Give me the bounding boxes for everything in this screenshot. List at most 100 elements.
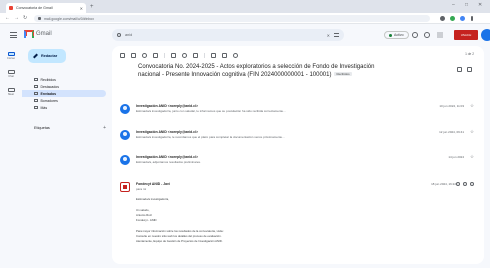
- meet-icon: [7, 88, 15, 92]
- browser-menu-icon[interactable]: [471, 16, 473, 21]
- sidebar-item-more[interactable]: Más: [22, 104, 106, 111]
- star-icon: [34, 85, 38, 88]
- draft-icon: [34, 99, 38, 102]
- hamburger-icon[interactable]: [10, 32, 17, 38]
- labels-title: Etiquetas: [34, 126, 50, 130]
- message-sender: Investigación ANID <noreply@anid.cl>: [136, 130, 198, 134]
- star-icon[interactable]: ☆: [470, 129, 474, 134]
- close-window-icon[interactable]: ✕: [478, 2, 482, 8]
- search-options-icon[interactable]: [334, 33, 339, 37]
- search-icon[interactable]: [117, 33, 121, 37]
- star-icon[interactable]: ☆: [470, 103, 474, 108]
- back-to-list-icon[interactable]: [120, 52, 125, 58]
- reload-icon[interactable]: ↻: [23, 15, 27, 22]
- settings-icon[interactable]: [424, 32, 430, 38]
- toolbar-divider: [204, 52, 205, 58]
- inbox-icon: [34, 78, 38, 81]
- message-actions: [456, 182, 474, 186]
- mark-unread-icon[interactable]: [171, 52, 176, 58]
- pencil-icon: [33, 53, 38, 59]
- thread-toolbar: [120, 51, 238, 59]
- back-icon[interactable]: ←: [5, 15, 10, 22]
- rail-item-chat[interactable]: Chat: [6, 70, 16, 78]
- snooze-icon[interactable]: [182, 52, 187, 58]
- open-new-window-icon[interactable]: [467, 67, 472, 72]
- more-options-icon[interactable]: [470, 182, 474, 186]
- rail-item-mail[interactable]: Correo: [6, 52, 16, 60]
- sidebar-item-drafts[interactable]: Borradores: [22, 97, 106, 104]
- search-value: anid: [125, 33, 133, 37]
- label-icon[interactable]: [222, 52, 227, 58]
- maximize-icon[interactable]: □: [465, 2, 468, 8]
- compose-label: Redactar: [41, 54, 58, 58]
- subject-actions: [457, 67, 472, 72]
- rail-label: Correo: [7, 57, 15, 60]
- browser-tab[interactable]: Convocatoria de Gmail ✕: [6, 3, 86, 13]
- report-spam-icon[interactable]: [142, 52, 147, 58]
- apps-icon[interactable]: [437, 32, 443, 38]
- message-date: 10 jun 2024, 11:03: [439, 104, 464, 108]
- sidebar-item-starred[interactable]: Destacados: [22, 83, 106, 90]
- thread-message[interactable]: Investigación ANID <noreply@anid.cl> Est…: [120, 129, 476, 151]
- gmail-header: Gmail anid ✕ Activo USACH: [0, 24, 490, 46]
- message-date: 12 jun 2024, 09:41: [439, 130, 464, 134]
- lock-icon: [38, 17, 41, 20]
- tab-title: Convocatoria de Gmail: [16, 6, 53, 10]
- subject-label-tag[interactable]: Recibidos: [334, 71, 352, 76]
- message-body-line: Fondecyt - ANID: [136, 218, 157, 222]
- message-body-line: Atentamente, Equipo de Gestión de Proyec…: [136, 239, 223, 243]
- account-avatar[interactable]: [481, 29, 490, 41]
- url-field[interactable]: mail.google.com/mail/u/0/#inbox: [34, 15, 430, 22]
- sidebar-item-sent[interactable]: Enviados: [22, 90, 106, 97]
- archive-icon[interactable]: [131, 52, 136, 58]
- profile-icon[interactable]: [460, 16, 465, 21]
- message-body-line: Estimado/a investigador/a,: [136, 197, 169, 201]
- sidebar-item-label: Recibidos: [40, 77, 56, 82]
- print-icon[interactable]: [457, 67, 462, 72]
- status-dot-icon: [389, 33, 392, 37]
- app-rail: Correo Chat Meet: [0, 46, 22, 268]
- extension-icon[interactable]: [450, 16, 455, 21]
- star-icon[interactable]: [456, 182, 460, 186]
- subject-line-2: nacional - Presente Innovación cognitiva…: [138, 71, 438, 80]
- reply-icon[interactable]: [463, 182, 467, 186]
- forward-icon[interactable]: →: [14, 15, 19, 22]
- add-label-icon[interactable]: +: [103, 126, 106, 131]
- more-options-icon[interactable]: [233, 52, 238, 58]
- star-icon[interactable]: ☆: [470, 154, 474, 159]
- url-text: mail.google.com/mail/u/0/#inbox: [44, 16, 94, 21]
- delete-icon[interactable]: [153, 52, 158, 58]
- message-sender[interactable]: Fondecyt ANID - Javi: [136, 182, 170, 186]
- close-tab-icon[interactable]: ✕: [80, 6, 83, 11]
- chevron-down-icon: [34, 106, 38, 109]
- organization-logo: USACH: [454, 30, 478, 40]
- compose-button[interactable]: Redactar: [28, 49, 66, 63]
- move-to-icon[interactable]: [211, 52, 216, 58]
- add-task-icon[interactable]: [193, 52, 198, 58]
- message-date: 14 jun 2024: [448, 155, 464, 159]
- rail-item-meet[interactable]: Meet: [6, 88, 16, 96]
- extension-icon[interactable]: [440, 16, 445, 21]
- minimize-icon[interactable]: –: [452, 2, 455, 8]
- thread-message[interactable]: Investigación ANID <noreply@anid.cl> Est…: [120, 103, 476, 125]
- rail-label: Chat: [8, 75, 14, 78]
- subject-line-2-text: nacional - Presente Innovación cognitiva…: [138, 71, 332, 78]
- new-tab-icon[interactable]: +: [90, 4, 94, 10]
- message-body-line: Un saludo,: [136, 208, 150, 212]
- status-selector[interactable]: Activo: [384, 31, 409, 39]
- sidebar-item-inbox[interactable]: Recibidos: [22, 76, 106, 83]
- thread-message[interactable]: Investigación ANID <noreply@anid.cl> Est…: [120, 154, 476, 176]
- send-icon: [34, 92, 38, 95]
- thread-subject: Convocatoria No. 2024-2025 - Actos explo…: [138, 64, 438, 79]
- address-bar: ← → ↻ mail.google.com/mail/u/0/#inbox: [0, 13, 490, 24]
- message-body-line: Antonio Ruiz: [136, 213, 152, 217]
- search-input[interactable]: anid ✕: [112, 29, 344, 41]
- sender-avatar: [120, 155, 130, 165]
- help-icon[interactable]: [412, 32, 418, 38]
- gmail-logo-text: Gmail: [36, 31, 52, 37]
- clear-search-icon[interactable]: ✕: [327, 33, 330, 38]
- gmail-logo[interactable]: Gmail: [24, 30, 52, 38]
- sender-avatar: [120, 130, 130, 140]
- message-recipient[interactable]: para mí: [136, 187, 146, 191]
- status-label: Activo: [394, 33, 404, 37]
